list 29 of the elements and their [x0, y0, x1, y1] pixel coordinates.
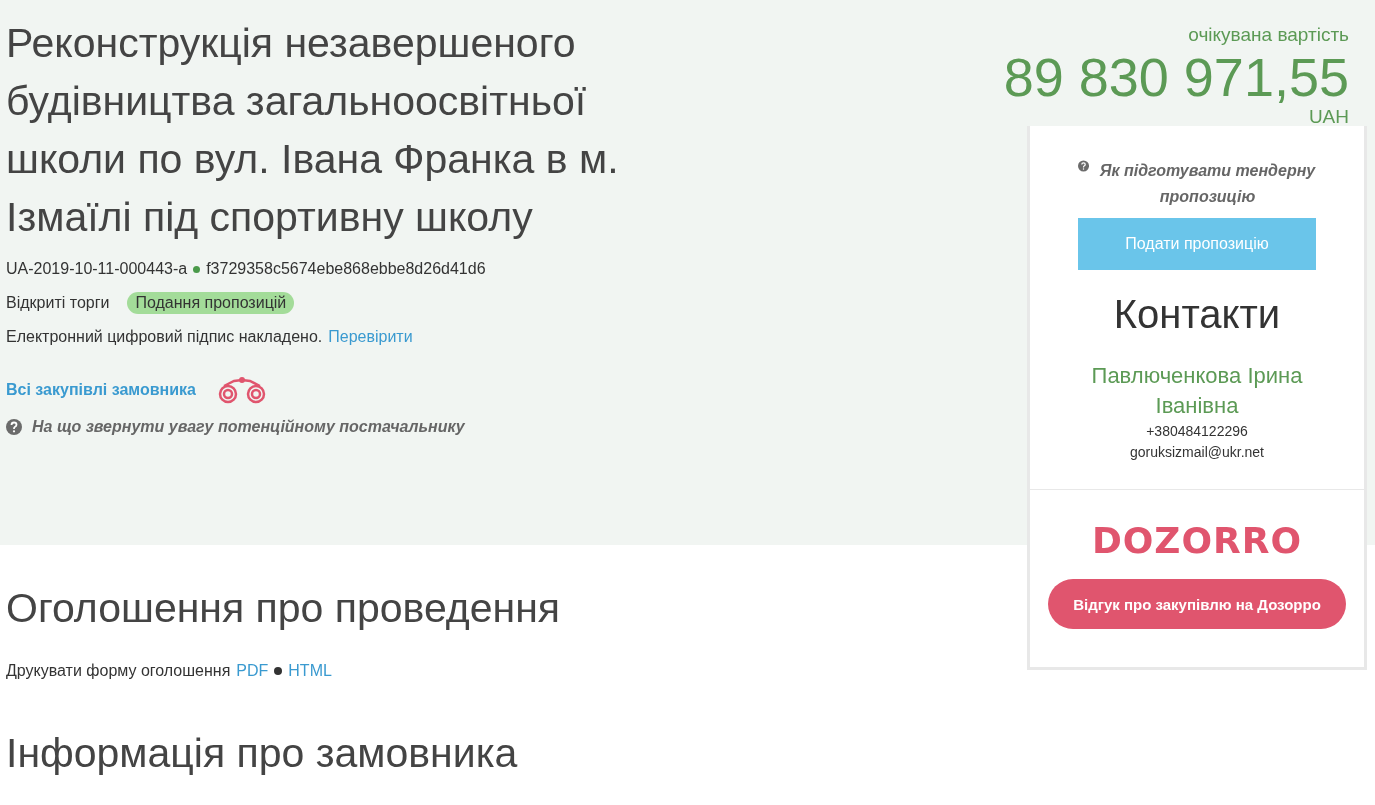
dozorro-logo: DOZORRO	[1090, 520, 1304, 561]
section-heading: Інформація про замовника	[6, 730, 518, 777]
tender-title: Реконструкція незавершеного будівництва загальноосвітньої школи по вул. Івана Франка в м. Ізмаїлі під спортивну школу	[6, 19, 620, 242]
status-dot	[193, 265, 201, 273]
proposal-guide-link[interactable]: Як підготувати тендерну пропозицію	[1099, 158, 1316, 210]
procedure-type: Відкриті торги	[6, 294, 110, 312]
help-icon	[1078, 158, 1089, 174]
tender-id: UA-2019-10-11-000443-a	[6, 260, 188, 278]
review-button[interactable]: Відгук про закупівлю на Дозорро	[1048, 579, 1346, 629]
verify-link[interactable]: Перевірити	[328, 328, 413, 346]
format-link[interactable]: PDF	[236, 662, 269, 680]
expected-value-label: очікувана вартість	[1188, 24, 1349, 46]
section-heading: Оголошення про проведення	[6, 585, 561, 632]
contacts-heading: Контакти	[1112, 292, 1282, 337]
tender-hash: f3729358c5674ebe868ebbe8d26d41d6	[206, 260, 486, 278]
contact-phone: +380484122296	[1145, 422, 1249, 441]
submit-proposal-button[interactable]: Подати пропозицію	[1078, 218, 1316, 270]
separator-dot	[274, 667, 283, 675]
status-badge: Подання пропозицій	[127, 292, 295, 314]
expected-value-amount: 89 830 971,55	[1003, 46, 1349, 108]
print-label: Друкувати форму оголошення	[6, 662, 231, 680]
format-link[interactable]: HTML	[288, 662, 332, 680]
buyer-purchases-link[interactable]: Всі закупівлі замовника	[6, 381, 196, 399]
currency-label: UAH	[1308, 108, 1349, 126]
supplier-hint[interactable]: На що звернути увагу потенційному постачальнику	[32, 418, 465, 436]
contact-email: goruksizmail@ukr.net	[1128, 443, 1265, 462]
contact-name: Павлюченкова Ірина Іванівна	[1090, 362, 1304, 420]
help-icon	[6, 419, 22, 435]
signature-text: Електронний цифровий підпис накладено.	[6, 328, 323, 346]
